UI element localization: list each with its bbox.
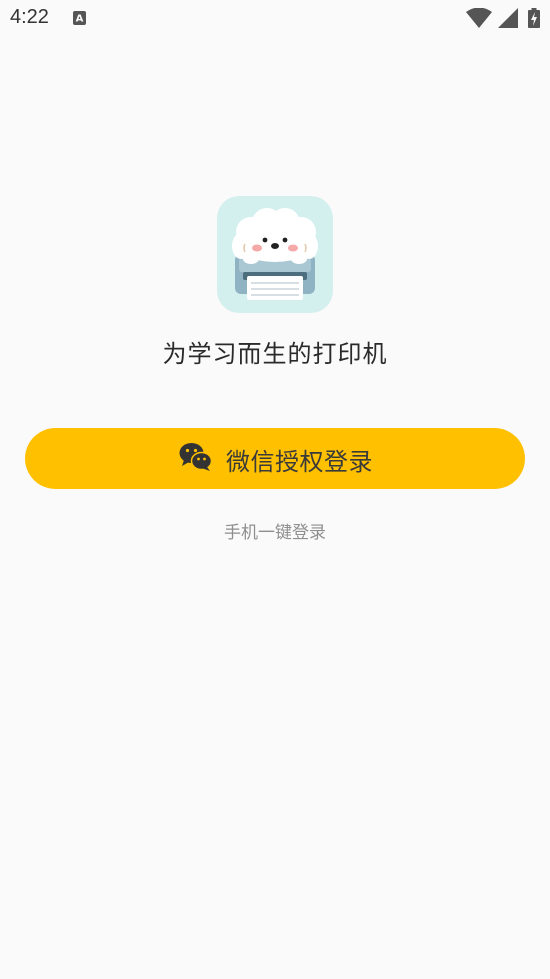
- dog-printer-logo: [217, 196, 333, 313]
- wechat-login-label: 微信授权登录: [226, 448, 373, 476]
- svg-text:A: A: [76, 14, 84, 25]
- wechat-icon: [179, 443, 212, 471]
- app-logo: [217, 196, 333, 313]
- status-time: 4:22: [10, 6, 49, 28]
- wechat-login-button[interactable]: 微信授权登录: [25, 428, 525, 489]
- wifi-icon: [466, 8, 492, 28]
- cell-signal-icon: [498, 8, 518, 28]
- app-slogan: 为学习而生的打印机: [162, 340, 388, 368]
- status-bar: 4:22 A: [0, 0, 550, 38]
- battery-charging-icon: [528, 8, 540, 28]
- a-notification-icon: A: [73, 11, 86, 25]
- phone-login-link[interactable]: 手机一键登录: [0, 518, 550, 543]
